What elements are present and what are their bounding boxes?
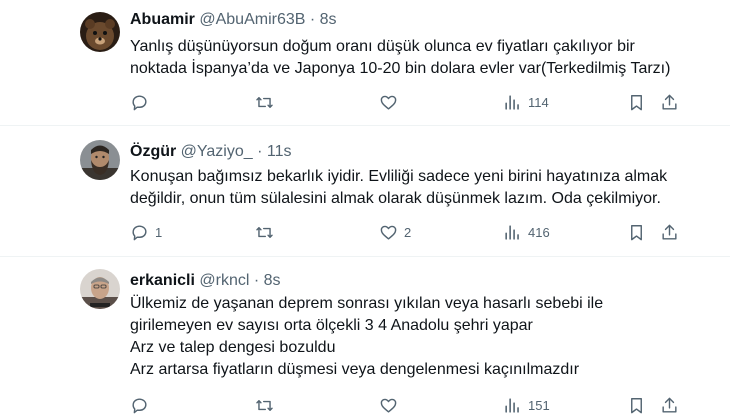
retweet-button[interactable]	[255, 222, 280, 242]
tweet-text-line: noktada İspanya’da ve Japonya 10-20 bin …	[130, 60, 671, 77]
views-button[interactable]: 114	[503, 92, 549, 112]
reply-icon	[132, 397, 147, 413]
timestamp[interactable]: 8s	[320, 11, 337, 28]
separator-dot: ·	[253, 272, 260, 289]
share-button[interactable]	[660, 222, 679, 242]
timestamp[interactable]: 11s	[267, 143, 292, 160]
separator-dot: ·	[309, 11, 316, 28]
bookmark-icon	[631, 224, 642, 240]
tweet-text-line: Yanlış düşünüyorsun doğum oranı düşük ol…	[130, 38, 635, 55]
like-icon	[380, 225, 397, 240]
tweet-text-line: girilemeyen ev sayısı orta ölçekli 3 4 A…	[130, 317, 533, 334]
share-button[interactable]	[660, 92, 679, 112]
reply-button[interactable]	[130, 92, 155, 112]
avatar[interactable]	[80, 269, 120, 309]
author-handle[interactable]: @Yaziyo_	[181, 143, 253, 160]
tweet[interactable]: erkanicli @rkncl · 8s Ülkemiz de yaşanan…	[0, 257, 730, 420]
author-name[interactable]: Özgür	[130, 143, 176, 160]
reply-icon	[132, 94, 147, 110]
tweet-header: Özgür @Yaziyo_ · 11s	[130, 142, 292, 162]
author-handle[interactable]: @AbuAmir63B	[199, 11, 305, 28]
tweet-header: erkanicli @rkncl · 8s	[130, 271, 281, 291]
tweet-text-line: değildir, onun tüm sülalesini almak olar…	[130, 190, 661, 207]
views-count: 114	[528, 94, 549, 110]
retweet-button[interactable]	[255, 92, 280, 112]
share-icon	[662, 224, 677, 240]
author-name[interactable]: Abuamir	[130, 11, 195, 28]
retweet-icon	[256, 96, 273, 108]
retweet-icon	[256, 226, 273, 238]
bookmark-button[interactable]	[627, 395, 646, 415]
tweet-text-line: Arz artarsa fiyatların düşmesi veya deng…	[130, 361, 580, 378]
reply-button[interactable]	[130, 395, 155, 415]
retweet-button[interactable]	[255, 395, 280, 415]
share-icon	[662, 397, 677, 413]
tweet-text-line: Konuşan bağımsız bekarlık iyidir. Evlili…	[130, 168, 668, 185]
views-button[interactable]: 416	[503, 222, 550, 242]
tweet-actions: 1 2 416	[130, 222, 690, 242]
tweet-text-line: Arz ve talep dengesi bozuldu	[130, 339, 336, 356]
tweet-text: Ülkemiz de yaşanan deprem sonrası yıkıla…	[130, 293, 690, 381]
man-portrait-avatar-icon	[80, 269, 120, 309]
tweet[interactable]: Özgür @Yaziyo_ · 11s Konuşan bağımsız be…	[0, 126, 730, 256]
bearded-man-avatar-icon	[80, 140, 120, 180]
bookmark-icon	[631, 397, 642, 413]
author-name[interactable]: erkanicli	[130, 272, 195, 289]
reply-count: 1	[155, 224, 163, 240]
bookmark-icon	[631, 94, 642, 110]
bear-avatar-icon	[80, 12, 120, 52]
tweet-text: Konuşan bağımsız bekarlık iyidir. Evlili…	[130, 166, 690, 210]
reply-button[interactable]: 1	[130, 222, 162, 242]
tweet-header: Abuamir @AbuAmir63B · 8s	[130, 10, 337, 30]
tweet-actions: 114	[130, 92, 690, 112]
retweet-icon	[256, 399, 273, 411]
tweet-text: Yanlış düşünüyorsun doğum oranı düşük ol…	[130, 36, 690, 80]
like-icon	[380, 95, 397, 110]
timeline-feed: Abuamir @AbuAmir63B · 8s Yanlış düşünüyo…	[0, 0, 730, 420]
tweet-text-line: Ülkemiz de yaşanan deprem sonrası yıkıla…	[130, 295, 604, 312]
avatar[interactable]	[80, 12, 120, 52]
views-icon	[505, 224, 519, 240]
bookmark-button[interactable]	[627, 222, 646, 242]
share-button[interactable]	[660, 395, 679, 415]
timestamp[interactable]: 8s	[264, 272, 281, 289]
reply-icon	[132, 224, 147, 240]
views-icon	[505, 94, 519, 110]
avatar[interactable]	[80, 140, 120, 180]
views-icon	[505, 397, 519, 413]
like-count: 2	[404, 224, 412, 240]
like-icon	[380, 398, 397, 413]
author-handle[interactable]: @rkncl	[199, 272, 249, 289]
views-count: 416	[528, 224, 550, 240]
tweet[interactable]: Abuamir @AbuAmir63B · 8s Yanlış düşünüyo…	[0, 0, 730, 125]
views-count: 151	[528, 397, 550, 413]
bookmark-button[interactable]	[627, 92, 646, 112]
tweet-actions: 151	[130, 395, 690, 415]
like-button[interactable]	[379, 92, 404, 112]
like-button[interactable]: 2	[379, 222, 411, 242]
like-button[interactable]	[379, 395, 404, 415]
separator-dot: ·	[257, 143, 263, 160]
views-button[interactable]: 151	[503, 395, 550, 415]
share-icon	[662, 94, 677, 110]
